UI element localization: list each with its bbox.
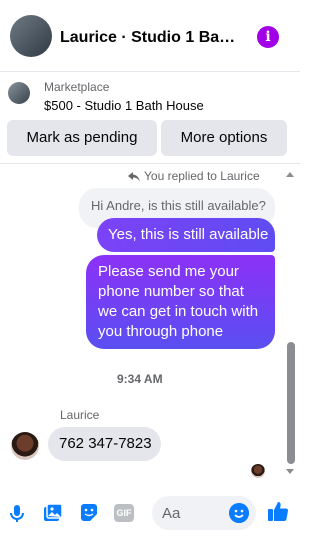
like-icon[interactable] xyxy=(267,500,289,522)
listing-thumbnail[interactable] xyxy=(8,82,30,104)
scroll-up-arrow[interactable] xyxy=(286,172,294,177)
message-timestamp: 9:34 AM xyxy=(117,372,163,386)
seen-indicator-avatar xyxy=(251,464,265,478)
sticker-icon[interactable] xyxy=(78,502,100,524)
message-list: You replied to Laurice Hi Andre, is this… xyxy=(0,164,300,484)
scroll-down-arrow[interactable] xyxy=(286,469,294,474)
listing-title[interactable]: $500 - Studio 1 Bath House xyxy=(44,98,204,113)
outgoing-message[interactable]: Yes, this is still available xyxy=(97,218,275,252)
chat-header: Laurice · Studio 1 Bath House i xyxy=(0,0,300,72)
image-icon[interactable] xyxy=(42,502,64,524)
info-icon[interactable]: i xyxy=(257,26,279,48)
replied-note-text: You replied to Laurice xyxy=(144,169,260,183)
chat-title[interactable]: Laurice · Studio 1 Bath House xyxy=(60,28,240,48)
message-input[interactable] xyxy=(162,496,222,530)
gif-icon[interactable]: GIF xyxy=(114,504,134,522)
replied-note: You replied to Laurice xyxy=(128,169,260,183)
reply-icon xyxy=(128,172,140,182)
scroll-thumb[interactable] xyxy=(287,342,295,464)
scrollbar[interactable] xyxy=(286,172,296,474)
contact-avatar[interactable] xyxy=(10,15,52,57)
emoji-icon[interactable] xyxy=(229,503,249,523)
microphone-icon[interactable] xyxy=(6,502,28,524)
incoming-message[interactable]: 762 347-7823 xyxy=(48,427,161,461)
composer-bar: GIF xyxy=(0,484,300,544)
more-options-button[interactable]: More options xyxy=(161,120,287,156)
marketplace-panel: Marketplace $500 - Studio 1 Bath House M… xyxy=(0,72,300,164)
mark-as-pending-button[interactable]: Mark as pending xyxy=(7,120,157,156)
chat-window: Laurice · Studio 1 Bath House i Marketpl… xyxy=(0,0,300,544)
message-input-wrapper[interactable] xyxy=(152,496,256,530)
sender-name: Laurice xyxy=(60,408,100,422)
outgoing-message[interactable]: Please send me your phone number so that… xyxy=(86,255,275,349)
sender-avatar[interactable] xyxy=(11,432,39,460)
marketplace-label: Marketplace xyxy=(44,80,110,94)
